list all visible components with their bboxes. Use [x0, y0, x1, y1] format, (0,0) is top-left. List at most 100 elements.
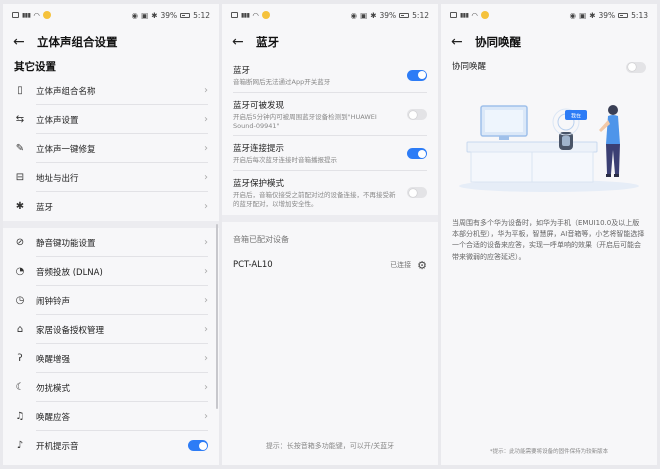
title-bar: ← 蓝牙	[222, 26, 438, 58]
bluetooth-icon: ✱	[15, 201, 25, 212]
cooperative-wake-setting: 协同唤醒	[441, 58, 657, 80]
notification-icon	[450, 12, 457, 18]
setting-title: 蓝牙连接提示	[233, 144, 285, 155]
emoji-icon	[480, 11, 489, 19]
back-arrow-icon[interactable]: ←	[13, 35, 25, 49]
cooperative-wake-toggle[interactable]	[626, 61, 646, 73]
item-label: 地址与出行	[36, 173, 79, 184]
settings-item-home-auth[interactable]: ⌂ 家居设备授权管理 ›	[3, 315, 219, 344]
setting-subtitle: 开启后，音箱仅接受之前配对过的设备连接，不再接受新的蓝牙配对，以增加安全性。	[233, 191, 396, 208]
chevron-right-icon: ›	[204, 172, 208, 183]
item-label: 蓝牙	[36, 202, 54, 213]
chevron-right-icon: ›	[204, 353, 208, 364]
page-title: 蓝牙	[256, 35, 279, 49]
settings-item-wake-boost[interactable]: ʔ 唤醒增强 ›	[3, 344, 219, 373]
item-label: 立体声组合名称	[36, 86, 96, 97]
connect-prompt-setting: 蓝牙连接提示 开启后每次蓝牙连接时音箱播报提示	[222, 136, 438, 171]
wifi-icon: ◠	[33, 10, 40, 20]
wifi-icon: ◠	[471, 10, 478, 20]
chevron-right-icon: ›	[204, 295, 208, 306]
paired-device-row[interactable]: PCT-AL10 已连接 ⚙	[222, 253, 438, 278]
bluetooth-setting: 蓝牙 音箱断网后无法通过App开关蓝牙	[222, 58, 438, 93]
item-label: 立体声一键修复	[36, 144, 96, 155]
settings-list: ▯ 立体声组合名称 › ⇆ 立体声设置 › ✎ 立体声一键修复 › ⊟ 地址与出行 › ✱ 蓝牙 ›…	[3, 76, 219, 460]
setting-title: 协同唤醒	[452, 62, 487, 72]
settings-item-alarm[interactable]: ◷ 闹钟铃声 ›	[3, 286, 219, 315]
setting-title: 蓝牙可被发现	[233, 100, 285, 111]
boot-sound-toggle[interactable]	[188, 440, 208, 451]
bluetooth-status-icon: ✱	[151, 10, 158, 20]
wifi-icon: ◠	[252, 10, 259, 20]
chevron-right-icon: ›	[204, 143, 208, 154]
signal-icon: ▮▮▮	[22, 11, 31, 19]
setting-subtitle: 开启后5分钟内可被周围蓝牙设备检测到"HUAWEI Sound-09941"	[233, 112, 377, 130]
firmware-footnote: *提示：此功能需要将设备的固件保持为较新版本	[489, 449, 609, 455]
back-arrow-icon[interactable]: ←	[451, 35, 463, 49]
item-label: 闹钟铃声	[36, 296, 71, 307]
scrollbar[interactable]	[216, 224, 218, 409]
chevron-right-icon: ›	[204, 324, 208, 335]
bluetooth-status-icon: ✱	[370, 10, 377, 20]
moon-icon: ☾	[15, 382, 25, 393]
setting-subtitle: 音箱断网后无法通过App开关蓝牙	[233, 78, 331, 86]
eye-icon: ◉	[131, 10, 139, 20]
clock: 5:12	[412, 10, 429, 20]
notification-icon	[12, 12, 19, 18]
eye-icon: ◉	[350, 10, 358, 20]
item-label: 立体声设置	[36, 115, 79, 126]
chevron-right-icon: ›	[204, 411, 208, 422]
settings-item-address[interactable]: ⊟ 地址与出行 ›	[3, 163, 219, 192]
section-header: 其它设置	[14, 61, 56, 73]
nfc-icon: ▣	[141, 10, 149, 20]
settings-item-stereo-repair[interactable]: ✎ 立体声一键修复 ›	[3, 134, 219, 163]
ear-icon: ʔ	[17, 353, 23, 364]
bluetooth-toggle[interactable]	[407, 69, 427, 81]
chevron-right-icon: ›	[204, 237, 208, 248]
device-status: 已连接	[390, 261, 412, 270]
connect-prompt-toggle[interactable]	[407, 148, 427, 160]
settings-item-stereo-settings[interactable]: ⇆ 立体声设置 ›	[3, 105, 219, 134]
bell-icon: ♫	[15, 411, 25, 422]
settings-item-boot-sound: ♪ 开机提示音	[3, 431, 219, 460]
clock: 5:13	[631, 10, 648, 20]
battery-percent: 39%	[379, 10, 397, 20]
battery-percent: 39%	[598, 10, 616, 20]
item-label: 音频投放 (DLNA)	[36, 267, 103, 278]
status-bar: ▮▮▮ ◠ ◉ ▣ ✱ 39% 5:12	[3, 4, 219, 26]
cooperative-wake-panel: ▮▮▮ ◠ ◉ ▣ ✱ 39% 5:13 ← 协同唤醒 协同唤醒 我在 当周围有…	[441, 4, 657, 465]
chevron-right-icon: ›	[204, 382, 208, 393]
settings-item-wake-reply[interactable]: ♫ 唤醒应答 ›	[3, 402, 219, 431]
battery-icon	[180, 12, 191, 18]
group-divider	[3, 221, 219, 228]
gear-icon[interactable]: ⚙	[417, 259, 427, 272]
back-arrow-icon[interactable]: ←	[232, 35, 244, 49]
title-bar: ← 协同唤醒	[441, 26, 657, 58]
alarm-icon: ◷	[15, 295, 25, 306]
emoji-icon	[261, 11, 270, 19]
setting-subtitle: 开启后每次蓝牙连接时音箱播报提示	[233, 156, 337, 165]
settings-item-mute-key[interactable]: ⊘ 静音键功能设置 ›	[3, 228, 219, 257]
swap-icon: ⇆	[15, 114, 25, 125]
group-divider	[222, 214, 438, 222]
wake-illustration: 我在	[459, 105, 639, 192]
settings-item-bluetooth[interactable]: ✱ 蓝牙 ›	[3, 192, 219, 221]
settings-item-dlna[interactable]: ◔ 音频投放 (DLNA) ›	[3, 257, 219, 286]
paired-devices-header: 音箱已配对设备	[233, 234, 289, 244]
protection-mode-toggle[interactable]	[407, 187, 427, 199]
signal-icon: ▮▮▮	[241, 11, 250, 19]
title-bar: ← 立体声组合设置	[3, 26, 219, 58]
discoverable-toggle[interactable]	[407, 109, 427, 121]
speaker-icon: ▯	[17, 85, 23, 96]
item-label: 开机提示音	[36, 441, 79, 452]
emoji-icon	[42, 11, 51, 19]
settings-item-stereo-name[interactable]: ▯ 立体声组合名称 ›	[3, 76, 219, 105]
stereo-settings-panel: ▮▮▮ ◠ ◉ ▣ ✱ 39% 5:12 ← 立体声组合设置 其它设置 ▯ 立体声组合名称 ›…	[3, 4, 219, 465]
notification-icon	[231, 12, 238, 18]
eye-icon: ◉	[569, 10, 577, 20]
nfc-icon: ▣	[579, 10, 587, 20]
battery-icon	[618, 12, 629, 18]
settings-item-dnd[interactable]: ☾ 勿扰模式 ›	[3, 373, 219, 402]
discoverable-setting: 蓝牙可被发现 开启后5分钟内可被周围蓝牙设备检测到"HUAWEI Sound-09…	[222, 93, 438, 137]
chevron-right-icon: ›	[204, 85, 208, 96]
status-bar: ▮▮▮ ◠ ◉ ▣ ✱ 39% 5:12	[222, 4, 438, 26]
